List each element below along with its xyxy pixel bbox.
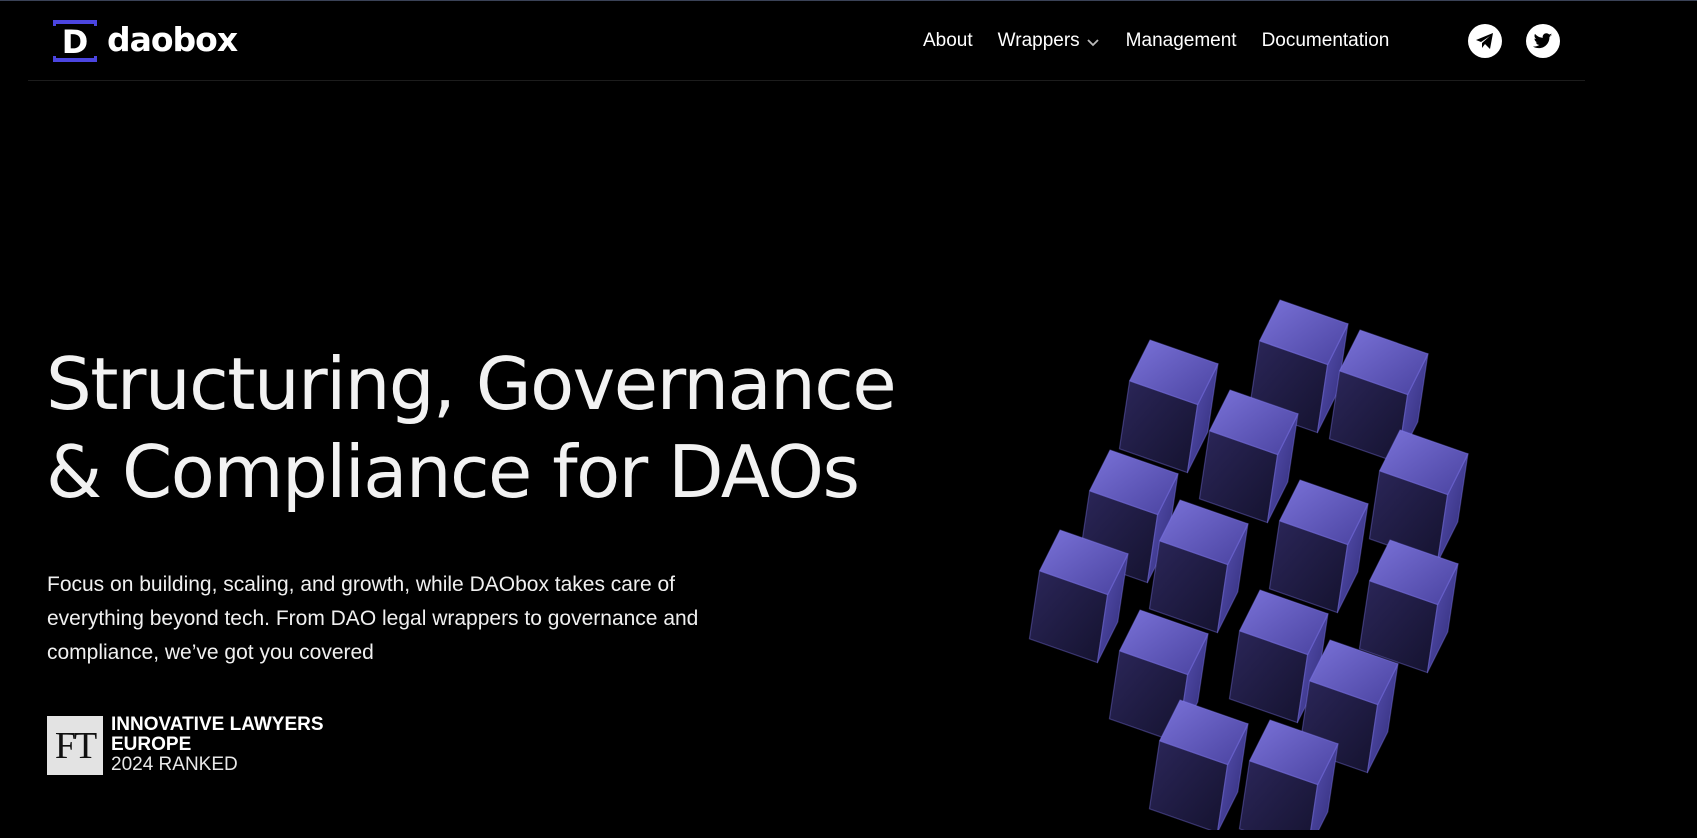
hero-title: Structuring, Governance & Compliance for… [46, 340, 897, 516]
nav-about[interactable]: About [923, 30, 973, 52]
brand-name: daobox [107, 20, 238, 59]
nav-documentation[interactable]: Documentation [1262, 30, 1390, 52]
twitter-link[interactable] [1526, 24, 1560, 58]
site-header: D daobox About Wrappers Management Docum… [28, 1, 1585, 81]
hero-description-line-2: everything beyond tech. From DAO legal w… [47, 607, 699, 630]
svg-text:D: D [62, 23, 89, 61]
nav-wrappers-label: Wrappers [997, 30, 1080, 51]
award-line-3: 2024 RANKED [111, 754, 238, 775]
telegram-link[interactable] [1468, 24, 1502, 58]
nav-wrappers-dropdown[interactable]: Wrappers [998, 30, 1100, 52]
main-nav: About Wrappers Management Documentation [923, 28, 1389, 54]
hero-description-line-1: Focus on building, scaling, and growth, … [47, 573, 676, 596]
ft-award-badge: FT INNOVATIVE LAWYERS EUROPE 2024 RANKED [47, 715, 324, 775]
award-line-1: INNOVATIVE LAWYERS [111, 714, 324, 735]
hero-description: Focus on building, scaling, and growth, … [47, 568, 747, 670]
brand-logo[interactable]: D daobox [52, 18, 238, 64]
logo-mark-icon: D [52, 18, 98, 64]
hero-title-line-1: Structuring, Governance [46, 342, 897, 426]
cube-cluster-illustration [1028, 299, 1469, 830]
ft-logo: FT [47, 716, 103, 775]
hero-title-line-2: & Compliance for DAOs [46, 430, 860, 514]
twitter-icon [1533, 32, 1553, 48]
award-text: INNOVATIVE LAWYERS EUROPE 2024 RANKED [111, 715, 324, 775]
award-line-2: EUROPE [111, 734, 192, 755]
chevron-down-icon [1087, 38, 1099, 46]
hero-description-line-3: compliance, we’ve got you covered [47, 641, 374, 664]
telegram-icon [1476, 33, 1493, 49]
nav-management[interactable]: Management [1126, 30, 1237, 52]
